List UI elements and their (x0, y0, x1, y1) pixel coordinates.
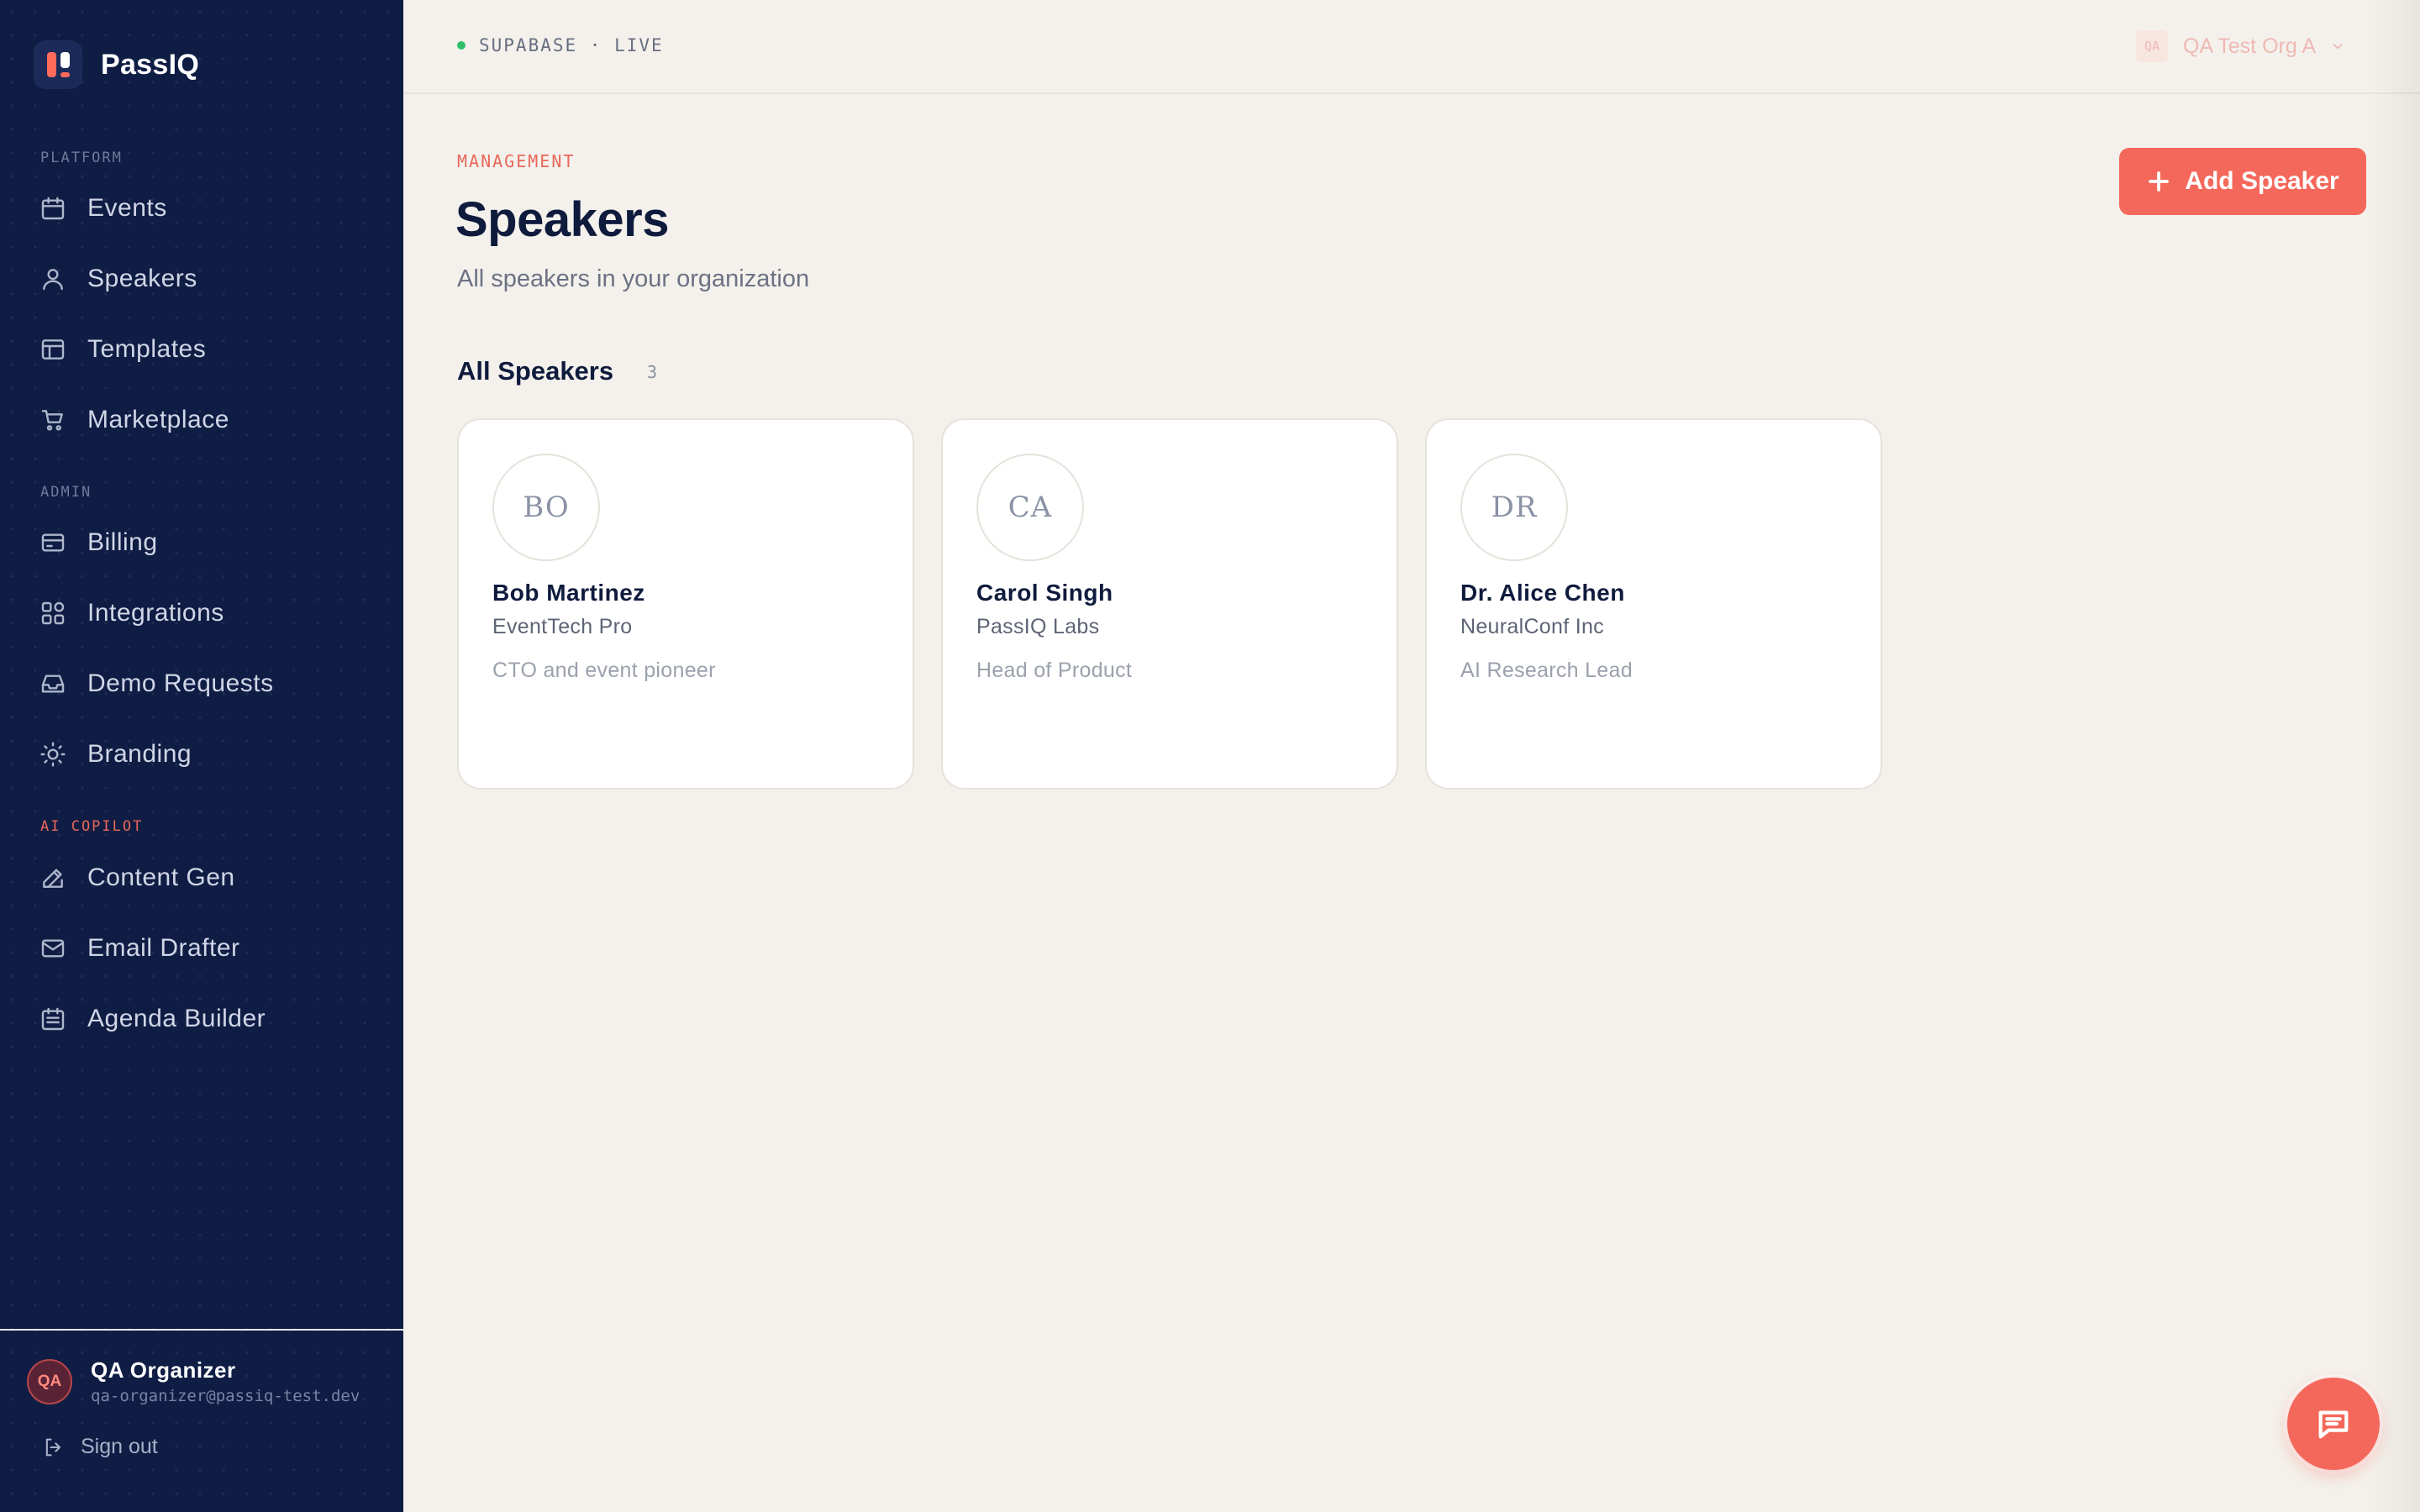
grid-icon (39, 599, 67, 627)
section-label-ai-copilot: AI COPILOT (40, 818, 144, 835)
user-name: QA Organizer (91, 1357, 236, 1383)
inbox-icon (39, 669, 67, 698)
avatar: BO (492, 454, 600, 561)
sidebar-item-label: Speakers (87, 265, 197, 292)
section-label-admin: ADMIN (40, 484, 92, 501)
speaker-name: Bob Martinez (492, 580, 645, 606)
sidebar-item-label: Email Drafter (87, 934, 240, 962)
plus-icon (2149, 171, 2170, 192)
org-name: QA Test Org A (2183, 34, 2316, 58)
list-title: All Speakers (457, 356, 614, 386)
status-dot-icon (457, 41, 466, 50)
chat-icon (2318, 1410, 2349, 1439)
speaker-bio: AI Research Lead (1460, 659, 1633, 682)
chat-button[interactable] (2287, 1378, 2380, 1470)
sidebar-item-label: Marketplace (87, 406, 229, 433)
page-subtitle: All speakers in your organization (457, 265, 810, 292)
speaker-name: Dr. Alice Chen (1460, 580, 1625, 606)
page-eyebrow: MANAGEMENT (457, 151, 576, 171)
sidebar-item-label: Integrations (87, 599, 224, 627)
sidebar-item-demo-requests[interactable]: Demo Requests (39, 659, 274, 709)
sign-out-label: Sign out (81, 1435, 158, 1458)
credit-card-icon (39, 528, 67, 557)
sidebar-item-templates[interactable]: Templates (39, 324, 206, 375)
org-badge: QA (2136, 30, 2169, 62)
speaker-bio: Head of Product (976, 659, 1133, 682)
mail-icon (39, 934, 67, 963)
sidebar-item-agenda-builder[interactable]: Agenda Builder (39, 994, 266, 1044)
sidebar-item-label: Content Gen (87, 864, 235, 891)
org-switcher[interactable]: QA QA Test Org A (2136, 30, 2346, 62)
sidebar-item-label: Billing (87, 528, 158, 556)
sidebar-item-label: Branding (87, 740, 192, 768)
list-count: 3 (647, 362, 658, 382)
sidebar-item-speakers[interactable]: Speakers (39, 254, 197, 304)
sidebar-item-label: Templates (87, 335, 207, 363)
section-label-platform: PLATFORM (40, 150, 123, 166)
user-email: qa-organizer@passiq-test.dev (91, 1387, 360, 1405)
sun-icon (39, 740, 67, 769)
avatar: QA (27, 1358, 72, 1404)
brand[interactable]: PassIQ (34, 40, 199, 89)
cart-icon (39, 406, 67, 434)
sign-out-icon (45, 1438, 61, 1456)
status-text: SUPABASE · LIVE (479, 35, 664, 55)
calendar-list-icon (39, 1005, 67, 1033)
sidebar-item-email-drafter[interactable]: Email Drafter (39, 923, 240, 974)
speaker-company: PassIQ Labs (976, 615, 1100, 638)
add-speaker-button[interactable]: Add Speaker (2119, 148, 2366, 215)
sidebar-item-integrations[interactable]: Integrations (39, 588, 224, 638)
sidebar-item-content-gen[interactable]: Content Gen (39, 853, 235, 903)
chevron-down-icon (2329, 38, 2346, 55)
speaker-card[interactable]: BO Bob Martinez EventTech Pro CTO and ev… (457, 418, 914, 790)
speaker-card[interactable]: DR Dr. Alice Chen NeuralConf Inc AI Rese… (1425, 418, 1882, 790)
brand-name: PassIQ (101, 48, 200, 81)
speaker-name: Carol Singh (976, 580, 1113, 606)
speaker-card[interactable]: CA Carol Singh PassIQ Labs Head of Produ… (941, 418, 1398, 790)
avatar: DR (1460, 454, 1568, 561)
edge-shadow (2370, 0, 2420, 1512)
sidebar-item-billing[interactable]: Billing (39, 517, 158, 568)
speaker-company: EventTech Pro (492, 615, 633, 638)
sidebar: PassIQ PLATFORM Events Speakers Template… (0, 0, 403, 1512)
passiq-logo-icon (34, 40, 82, 89)
sidebar-item-label: Demo Requests (87, 669, 274, 697)
layout-icon (39, 335, 67, 364)
sidebar-item-label: Events (87, 194, 167, 222)
user-profile[interactable]: QA QA Organizer qa-organizer@passiq-test… (27, 1357, 360, 1405)
speaker-bio: CTO and event pioneer (492, 659, 716, 682)
top-bar: SUPABASE · LIVE QA QA Test Org A (403, 0, 2420, 94)
page-title: Speakers (455, 192, 669, 247)
speaker-company: NeuralConf Inc (1460, 615, 1604, 638)
add-speaker-label: Add Speaker (2185, 167, 2339, 195)
sign-out-button[interactable]: Sign out (42, 1435, 158, 1459)
connection-status: SUPABASE · LIVE (457, 35, 664, 55)
sidebar-item-branding[interactable]: Branding (39, 729, 192, 780)
edit-icon (39, 864, 67, 892)
user-icon (39, 265, 67, 293)
sidebar-item-events[interactable]: Events (39, 183, 167, 234)
avatar: CA (976, 454, 1084, 561)
sidebar-item-marketplace[interactable]: Marketplace (39, 395, 229, 445)
sidebar-divider (0, 1329, 403, 1331)
calendar-icon (39, 194, 67, 223)
sidebar-item-label: Agenda Builder (87, 1005, 266, 1032)
